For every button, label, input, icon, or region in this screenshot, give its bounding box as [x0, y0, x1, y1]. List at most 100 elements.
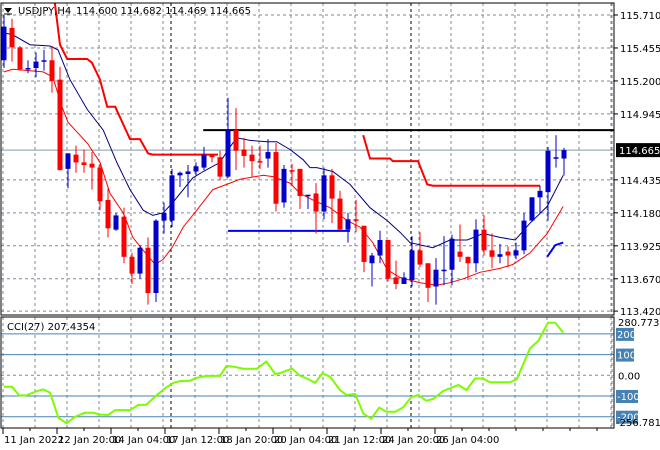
cci-label: CCI(27) 207.4354 — [7, 322, 95, 333]
candle-body — [105, 199, 111, 229]
candle-body — [65, 153, 71, 169]
cci-level-label: 100 — [617, 351, 636, 362]
candle — [9, 18, 15, 62]
candle — [345, 212, 351, 243]
candle-body — [417, 250, 423, 265]
candle — [297, 168, 303, 209]
candle-body — [185, 171, 191, 175]
candle-body — [561, 150, 567, 159]
candle — [433, 258, 439, 305]
candle-body — [521, 220, 527, 251]
candle — [169, 168, 175, 228]
price-tick-label: 115.455 — [620, 44, 660, 55]
candle — [81, 149, 87, 173]
candle-body — [289, 170, 295, 172]
candle — [401, 272, 407, 284]
candle-body — [217, 157, 223, 177]
candle — [225, 97, 231, 178]
cci-max-label: 280.7737 — [618, 318, 660, 329]
candle-body — [481, 229, 487, 251]
candle-body — [177, 172, 183, 176]
price-tick-label: 113.420 — [620, 307, 660, 318]
candle — [49, 46, 55, 93]
candle — [545, 146, 551, 221]
candle — [41, 49, 47, 71]
candle-body — [329, 175, 335, 199]
step-line — [362, 134, 540, 187]
candle — [529, 197, 535, 222]
candle — [337, 190, 343, 230]
candle-body — [553, 157, 559, 159]
candle-body — [513, 250, 519, 256]
candle — [89, 152, 95, 190]
dropdown-triangle-icon[interactable] — [4, 8, 12, 13]
candle — [393, 260, 399, 290]
candle-body — [537, 190, 543, 198]
cci-min-label: -256.7818 — [616, 418, 660, 429]
current-price-label: 114.665 — [619, 146, 660, 157]
candle-body — [73, 154, 79, 163]
candle-body — [241, 149, 247, 156]
candle-body — [393, 277, 399, 284]
candle — [489, 233, 495, 269]
candle — [153, 219, 159, 303]
candle — [473, 219, 479, 273]
candle-body — [9, 27, 15, 48]
candle-body — [1, 26, 7, 61]
candle — [145, 237, 151, 305]
candle — [137, 245, 143, 279]
candle — [113, 212, 119, 231]
candle-body — [25, 68, 31, 70]
candle — [329, 168, 335, 224]
candle-body — [225, 130, 231, 177]
candle — [313, 183, 319, 234]
candle-body — [17, 47, 23, 70]
candle-body — [193, 166, 199, 172]
candle-body — [473, 229, 479, 264]
candle-body — [249, 154, 255, 162]
candle — [561, 147, 567, 176]
candle-body — [257, 161, 263, 163]
candle-body — [49, 60, 55, 81]
candle — [281, 164, 287, 208]
candle — [353, 199, 359, 233]
candle — [177, 171, 183, 187]
candle-body — [497, 254, 503, 257]
candle-body — [153, 220, 159, 293]
candle-body — [385, 239, 391, 279]
candle — [457, 224, 463, 262]
ma-fast-line — [3, 32, 564, 249]
usdjpy-h4-chart[interactable]: USDJPY,H4 114.600 114.682 114.469 114.665… — [0, 0, 660, 450]
candle — [417, 232, 423, 268]
candle — [33, 52, 39, 78]
candle-body — [545, 150, 551, 193]
candle — [193, 162, 199, 176]
candle — [521, 212, 527, 255]
candle — [161, 202, 167, 234]
price-tick-label: 115.710 — [620, 11, 660, 22]
mt4-chart-window[interactable]: USDJPY,H4 114.600 114.682 114.469 114.665… — [0, 0, 660, 450]
cci-line — [4, 321, 564, 425]
candle — [217, 150, 223, 181]
candle-body — [273, 152, 279, 204]
symbol-timeframe: USDJPY,H4 — [18, 6, 71, 17]
candle-body — [161, 212, 167, 221]
candle-body — [433, 269, 439, 287]
candle — [513, 242, 519, 260]
price-tick-label: 115.200 — [620, 77, 660, 88]
candle-body — [409, 250, 415, 281]
candle — [385, 239, 391, 282]
ohlc-readout: 114.600 114.682 114.469 114.665 — [76, 6, 251, 17]
candle-body — [201, 154, 207, 168]
candle-body — [321, 175, 327, 212]
price-tick-label: 114.945 — [620, 110, 660, 121]
candle — [121, 207, 127, 264]
price-tick-label: 113.925 — [620, 242, 660, 253]
candle-body — [265, 152, 271, 159]
candle — [209, 154, 215, 163]
candle-body — [233, 130, 239, 151]
candle-body — [505, 251, 511, 256]
candle — [1, 15, 7, 69]
cci-level-label: 0.00 — [618, 371, 640, 382]
candle — [425, 263, 431, 303]
